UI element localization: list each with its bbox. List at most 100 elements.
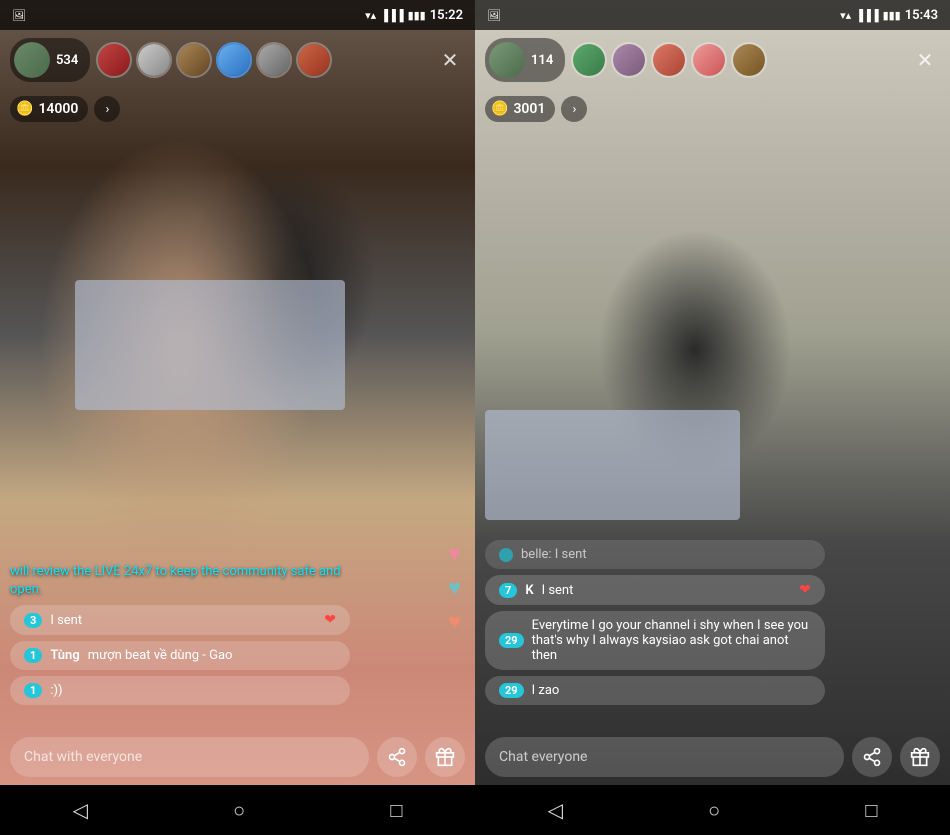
right-back-button[interactable]: ◁ — [548, 798, 563, 822]
left-system-message: will review the LIVE 24x7 to keep the co… — [10, 563, 350, 599]
left-chat-input[interactable]: Chat with everyone — [10, 737, 369, 777]
right-chat-bubble-0: belle: I sent — [485, 540, 825, 569]
left-back-button[interactable]: ◁ — [73, 798, 88, 822]
left-avatar-5-img — [258, 44, 290, 76]
left-avatar-2[interactable] — [136, 42, 172, 78]
left-badge-2: 1 — [24, 648, 42, 663]
left-chat-bubble-2: 1 Tùng mượn beat về dùng - Gao — [10, 641, 350, 670]
right-avatar-1-img — [573, 44, 605, 76]
left-nav-bar: ◁ ○ □ — [0, 785, 475, 835]
left-chat-text-1: I sent — [50, 613, 316, 628]
left-chat-bubble-3: 1 :)) — [10, 676, 350, 705]
right-chat-text-3: I zao — [532, 683, 811, 698]
right-host-info: 114 — [485, 38, 565, 82]
left-coins-arrow[interactable]: › — [94, 96, 120, 122]
left-viewer-count: 534 — [56, 53, 78, 68]
right-share-button[interactable] — [852, 737, 892, 777]
left-host-info: 534 — [10, 38, 90, 82]
right-gift-button[interactable] — [900, 737, 940, 777]
left-chat-text-2: mượn beat về dùng - Gao — [88, 648, 336, 663]
left-wifi-icon: ▾▴ — [365, 9, 376, 22]
right-avatar-5[interactable] — [731, 42, 767, 78]
right-bottom-bar: Chat everyone — [475, 729, 950, 785]
right-chat-bubble-2: 29 Everytime I go your channel i shy whe… — [485, 611, 825, 670]
right-close-button[interactable]: ✕ — [910, 45, 940, 75]
left-host-avatar-img — [14, 42, 50, 78]
right-battery-icon: ▮▮▮ — [883, 9, 901, 22]
left-avatar-5[interactable] — [256, 42, 292, 78]
left-coins-pill: 🪙 14000 — [10, 96, 88, 122]
left-bottom-bar: Chat with everyone — [0, 729, 475, 785]
left-avatar-list — [96, 42, 429, 78]
right-avatar-2[interactable] — [611, 42, 647, 78]
right-status-icons: ▾▴ ▐▐▐ ▮▮▮ 15:43 — [840, 8, 938, 23]
left-chat-text-3: :)) — [50, 683, 336, 698]
right-recent-button[interactable]: □ — [865, 798, 877, 823]
right-share-icon — [862, 747, 882, 767]
left-recent-button[interactable]: □ — [390, 798, 402, 823]
right-top-bar: 114 ✕ — [475, 30, 950, 90]
left-coin-icon: 🪙 — [16, 101, 33, 117]
right-coins-pill: 🪙 3001 — [485, 96, 555, 122]
left-status-bar: 🖼 ▾▴ ▐▐▐ ▮▮▮ 15:22 — [0, 0, 475, 30]
right-badge-2: 29 — [499, 633, 524, 648]
left-image-icon: 🖼 — [12, 9, 26, 22]
left-time: 15:22 — [430, 8, 463, 23]
left-avatar-4-img — [218, 44, 250, 76]
right-badge-3: 29 — [499, 683, 524, 698]
right-time: 15:43 — [905, 8, 938, 23]
right-heart-icon-1: ❤ — [799, 582, 811, 598]
right-chat-bubble-1: 7 K I sent ❤ — [485, 575, 825, 605]
right-chat-input[interactable]: Chat everyone — [485, 737, 844, 777]
left-chat-placeholder: Chat with everyone — [24, 749, 142, 765]
left-close-button[interactable]: ✕ — [435, 45, 465, 75]
left-battery-icon: ▮▮▮ — [408, 9, 426, 22]
right-status-bar: 🖼 ▾▴ ▐▐▐ ▮▮▮ 15:43 — [475, 0, 950, 30]
left-chat-bubble-1: 3 I sent ❤ — [10, 605, 350, 635]
left-home-button[interactable]: ○ — [233, 798, 245, 823]
right-avatar-3[interactable] — [651, 42, 687, 78]
right-coins-bar: 🪙 3001 › — [485, 96, 587, 122]
right-chat-text-0: belle: I sent — [521, 547, 811, 562]
right-nav-bar: ◁ ○ □ — [475, 785, 950, 835]
right-chat-area: belle: I sent 7 K I sent ❤ 29 Everytime … — [475, 540, 950, 705]
left-privacy-blur — [75, 280, 345, 410]
right-username-1: K — [525, 583, 533, 598]
left-badge-1: 3 — [24, 613, 42, 628]
left-gift-icon — [435, 747, 455, 767]
right-chat-placeholder: Chat everyone — [499, 749, 587, 765]
left-phone-screen: 🖼 ▾▴ ▐▐▐ ▮▮▮ 15:22 534 — [0, 0, 475, 835]
left-avatar-1[interactable] — [96, 42, 132, 78]
left-share-icon — [387, 747, 407, 767]
left-avatar-6[interactable] — [296, 42, 332, 78]
right-avatar-2-img — [613, 44, 645, 76]
right-status-left: 🖼 — [487, 9, 501, 22]
left-coins-bar: 🪙 14000 › — [10, 96, 120, 122]
left-username-2: Tùng — [50, 648, 79, 663]
left-avatar-3-img — [178, 44, 210, 76]
right-phone-screen: 🖼 ▾▴ ▐▐▐ ▮▮▮ 15:43 114 — [475, 0, 950, 835]
right-privacy-blur — [485, 410, 740, 520]
right-avatar-list — [571, 42, 904, 78]
left-avatar-4[interactable] — [216, 42, 252, 78]
right-host-avatar — [489, 42, 525, 78]
left-avatar-2-img — [138, 44, 170, 76]
left-gift-button[interactable] — [425, 737, 465, 777]
left-coin-amount: 14000 — [38, 101, 78, 117]
right-avatar-1[interactable] — [571, 42, 607, 78]
right-avatar-4[interactable] — [691, 42, 727, 78]
left-share-button[interactable] — [377, 737, 417, 777]
left-video-background — [0, 0, 475, 835]
right-coin-amount: 3001 — [513, 101, 545, 117]
right-avatar-5-img — [733, 44, 765, 76]
left-status-icons: ▾▴ ▐▐▐ ▮▮▮ 15:22 — [365, 8, 463, 23]
left-avatar-1-img — [98, 44, 130, 76]
left-host-avatar — [14, 42, 50, 78]
left-avatar-3[interactable] — [176, 42, 212, 78]
right-wifi-icon: ▾▴ — [840, 9, 851, 22]
left-avatar-6-img — [298, 44, 330, 76]
right-home-button[interactable]: ○ — [708, 798, 720, 823]
right-gift-icon — [910, 747, 930, 767]
right-coins-arrow[interactable]: › — [561, 96, 587, 122]
right-badge-1: 7 — [499, 583, 517, 598]
